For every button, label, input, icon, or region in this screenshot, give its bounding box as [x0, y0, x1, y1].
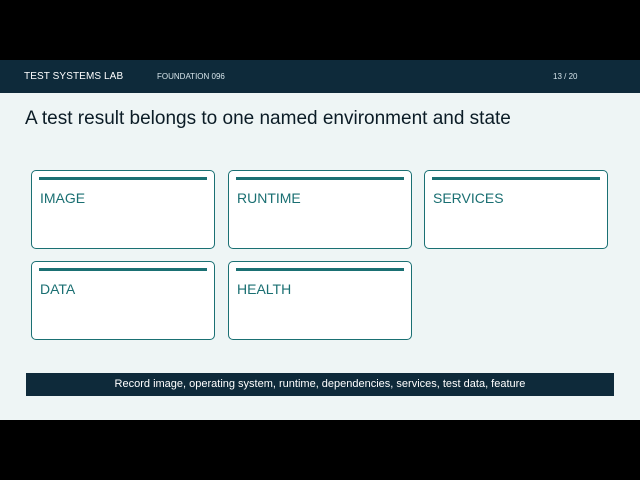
card-label: RUNTIME — [237, 190, 301, 206]
section-label: FOUNDATION 096 — [157, 72, 225, 81]
card-accent-bar — [39, 268, 207, 271]
card-accent-bar — [39, 177, 207, 180]
brand-label: TEST SYSTEMS LAB — [24, 71, 124, 82]
card-accent-bar — [236, 177, 404, 180]
card-health: HEALTH — [228, 261, 412, 340]
page-counter: 13 / 20 — [553, 72, 578, 81]
slide-header: TEST SYSTEMS LAB FOUNDATION 096 13 / 20 — [0, 60, 640, 93]
footer-banner: Record image, operating system, runtime,… — [26, 373, 614, 396]
card-label: IMAGE — [40, 190, 86, 206]
card-label: DATA — [40, 281, 76, 297]
card-runtime: RUNTIME — [228, 170, 412, 249]
card-data: DATA — [31, 261, 215, 340]
slide: TEST SYSTEMS LAB FOUNDATION 096 13 / 20 … — [0, 60, 640, 420]
card-label: SERVICES — [433, 190, 504, 206]
slide-title: A test result belongs to one named envir… — [25, 108, 511, 129]
card-accent-bar — [236, 268, 404, 271]
card-label: HEALTH — [237, 281, 292, 297]
card-services: SERVICES — [424, 170, 608, 249]
card-image: IMAGE — [31, 170, 215, 249]
card-accent-bar — [432, 177, 600, 180]
